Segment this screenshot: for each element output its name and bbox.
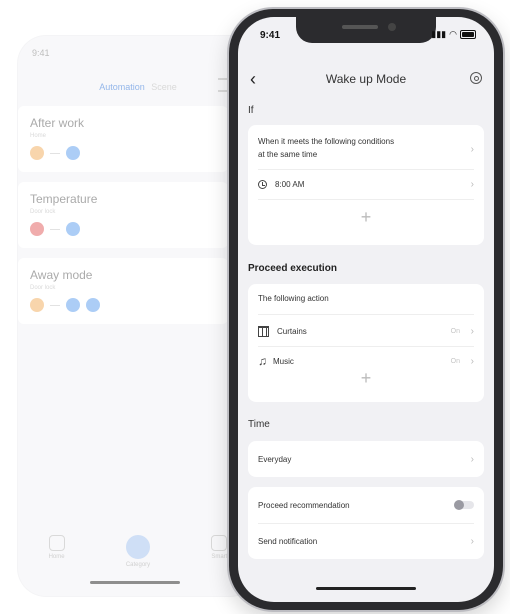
smart-icon (211, 535, 228, 551)
following-action-header: The following action (258, 294, 329, 303)
automation-card-subtitle: Home (30, 133, 47, 139)
background-home-indicator (90, 581, 180, 584)
battery-icon (460, 30, 476, 39)
automation-card: After work Home (18, 106, 228, 172)
time-label: Time (248, 419, 270, 430)
chevron-right-icon: › (470, 178, 474, 190)
proceed-execution-label: Proceed execution (248, 263, 337, 274)
chevron-right-icon: › (470, 144, 474, 155)
divider (258, 523, 474, 524)
add-action-button[interactable]: + (248, 368, 484, 389)
device-icon (30, 298, 44, 312)
recommendation-toggle[interactable] (454, 500, 474, 510)
add-condition-button[interactable]: + (248, 207, 484, 228)
automation-card-subtitle: Door lock (30, 209, 56, 215)
device-icons (30, 298, 100, 312)
divider (258, 346, 474, 347)
divider (258, 169, 474, 170)
conditions-text-line1: When it meets the following conditions (258, 137, 395, 146)
action-item-state: On (450, 357, 460, 365)
action-item-music[interactable]: ♫ Music On › (258, 354, 474, 368)
time-condition-value: 8:00 AM (275, 179, 305, 189)
connector (50, 152, 60, 154)
nav-smart-label: Smart (211, 554, 228, 560)
repeat-card: Everyday › (248, 441, 484, 477)
notch (296, 17, 436, 43)
nav-home-label: Home (48, 554, 65, 560)
divider (258, 199, 474, 200)
conditions-row[interactable]: When it meets the following conditions a… (258, 135, 474, 161)
signal-icon: ▮▮▮ (431, 29, 447, 39)
device-icon (66, 222, 80, 236)
background-bottom-nav: Home Category Smart (18, 535, 258, 568)
options-card: Proceed recommendation Send notification… (248, 487, 484, 559)
conditions-card: When it meets the following conditions a… (248, 125, 484, 245)
device-icon (86, 298, 100, 312)
chevron-right-icon: › (470, 453, 474, 465)
page-title: Wake up Mode (325, 72, 407, 86)
notification-label: Send notification (258, 536, 318, 546)
action-item-state: On (450, 327, 460, 335)
recommendation-label: Proceed recommendation (258, 500, 350, 510)
recommendation-row: Proceed recommendation (258, 498, 474, 512)
status-icons: ▮▮▮ ◠ (431, 29, 476, 40)
home-indicator (316, 587, 416, 590)
nav-category-label: Category (125, 562, 151, 568)
automation-card: Away mode Door lock (18, 258, 228, 324)
connector (50, 304, 60, 306)
chevron-right-icon: › (470, 355, 474, 367)
navigation-bar: ‹ Wake up Mode (238, 69, 494, 93)
automation-card: Temperature Door lock (18, 182, 228, 248)
automation-card-title: Away mode (30, 268, 93, 282)
device-icon (30, 222, 44, 236)
action-item-name: Curtains (277, 326, 307, 336)
clock-icon (258, 179, 267, 189)
device-icon (66, 146, 80, 160)
tab-automation: Automation (99, 82, 145, 92)
nav-smart: Smart (211, 535, 227, 568)
nav-category: Category (126, 535, 150, 568)
action-item-curtains[interactable]: Curtains On › (258, 324, 474, 338)
music-icon: ♫ (258, 354, 267, 368)
connector (50, 228, 60, 230)
repeat-row[interactable]: Everyday › (258, 452, 474, 466)
automation-card-title: After work (30, 116, 85, 130)
device-icon (66, 298, 80, 312)
wifi-icon: ◠ (449, 29, 457, 39)
automation-card-subtitle: Door lock (30, 285, 56, 291)
automation-card-title: Temperature (30, 192, 98, 206)
speaker (342, 25, 378, 29)
time-condition-row[interactable]: 8:00 AM › (258, 177, 474, 191)
background-app-preview: 9:41 ▮▮▮ Automation Scene After work Hom… (18, 36, 258, 596)
repeat-value: Everyday (258, 454, 292, 464)
execution-card: The following action Curtains On › ♫ Mus… (248, 284, 484, 402)
notification-row[interactable]: Send notification › (258, 534, 474, 548)
settings-icon[interactable] (470, 72, 482, 84)
phone-frame: 9:41 ▮▮▮ ◠ ‹ Wake up Mode If When it mee… (229, 9, 503, 610)
home-icon (48, 535, 65, 551)
chevron-right-icon: › (470, 535, 474, 547)
category-icon (125, 535, 150, 559)
device-icon (30, 146, 44, 160)
divider (258, 314, 474, 315)
tab-scene: Scene (151, 82, 177, 92)
chevron-right-icon: › (470, 325, 474, 337)
device-icons (30, 222, 80, 236)
phone-screen: 9:41 ▮▮▮ ◠ ‹ Wake up Mode If When it mee… (238, 17, 494, 602)
action-item-name: Music (273, 356, 294, 366)
device-icons (30, 146, 80, 160)
nav-home: Home (48, 535, 65, 568)
background-status-time: 9:41 (32, 48, 50, 58)
if-label: If (248, 105, 254, 116)
status-time: 9:41 (260, 30, 281, 41)
conditions-text-line2: at the same time (258, 150, 318, 159)
camera (388, 23, 396, 31)
curtains-icon (258, 325, 269, 337)
